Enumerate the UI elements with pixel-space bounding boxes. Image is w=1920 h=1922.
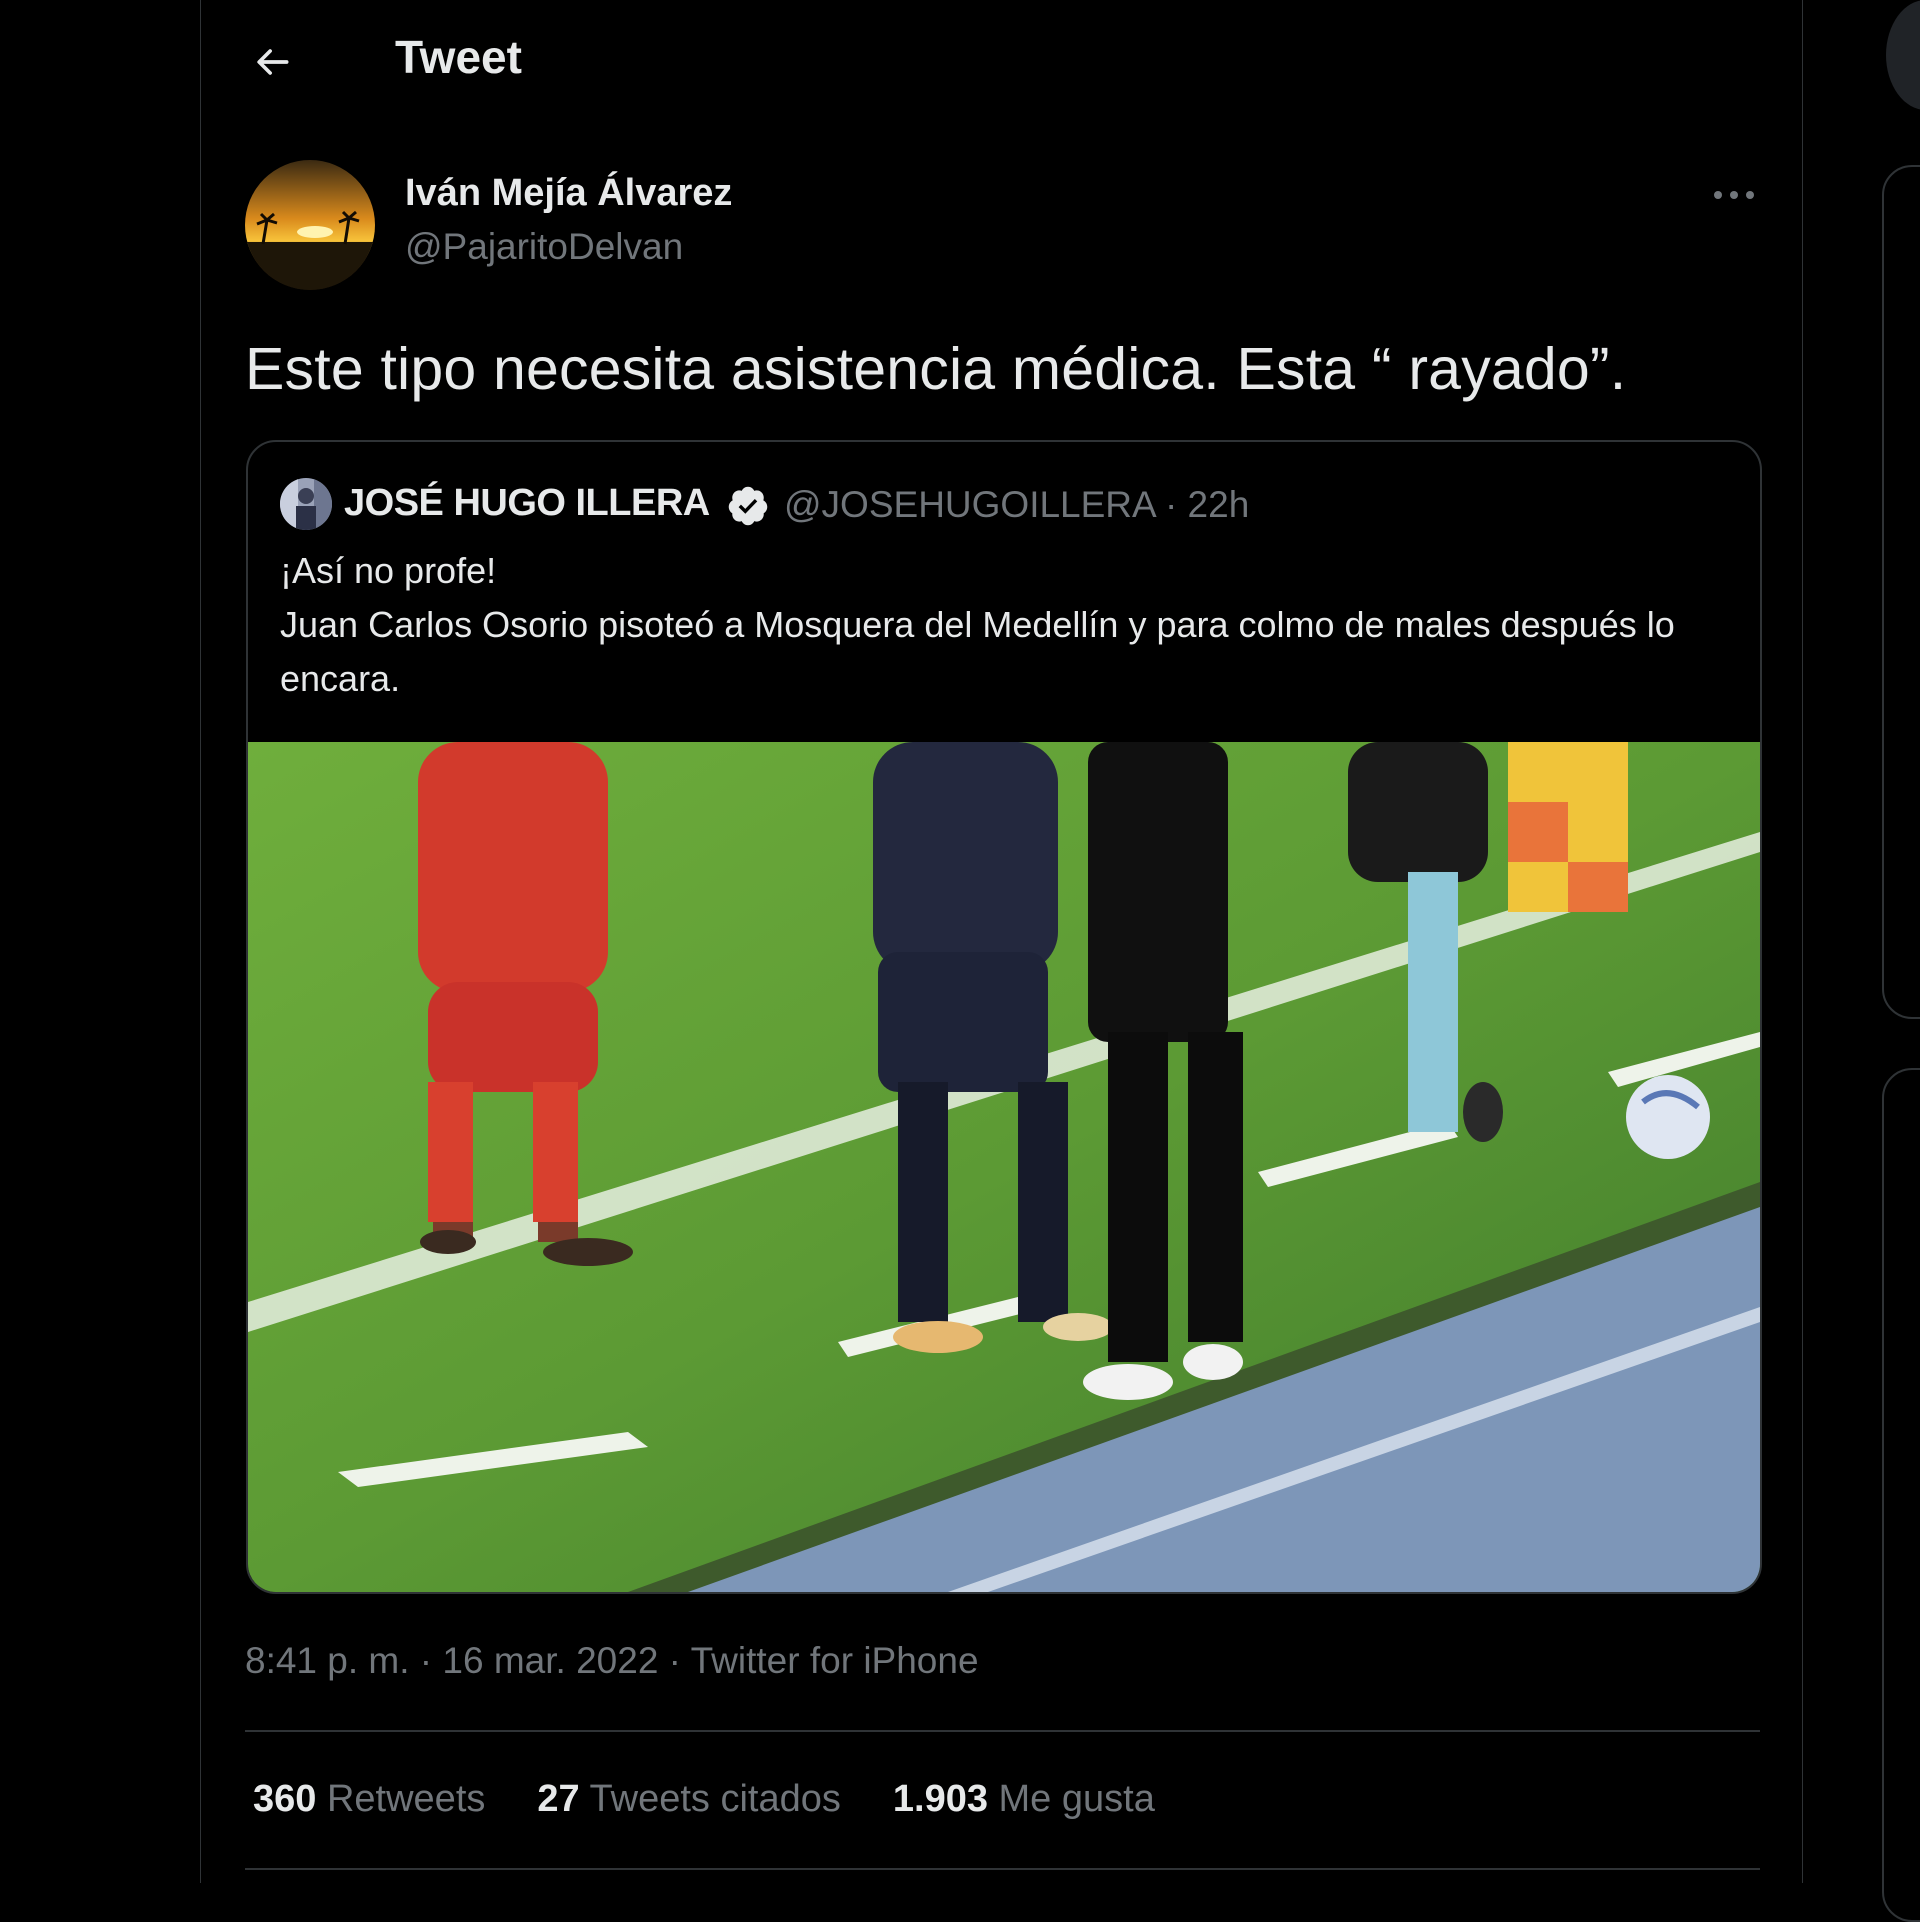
quoted-handle-time: @JOSEHUGOILLERA · 22h xyxy=(784,484,1250,525)
tweet-source[interactable]: Twitter for iPhone xyxy=(691,1640,979,1681)
more-horizontal-icon xyxy=(1714,191,1754,199)
author-handle[interactable]: @PajaritoDelvan xyxy=(405,226,683,268)
quoted-avatar[interactable] xyxy=(280,478,332,530)
quoted-tweet-text: ¡Así no profe! Juan Carlos Osorio pisote… xyxy=(280,550,1675,699)
meta-separator: · xyxy=(658,1640,691,1681)
divider xyxy=(245,1868,1760,1870)
divider xyxy=(245,1730,1760,1732)
sidebar-card-partial xyxy=(1882,165,1920,1019)
tweet-stats: 360 Retweets 27 Tweets citados 1.903 Me … xyxy=(253,1778,1155,1821)
stat-quote-tweets[interactable]: 27 Tweets citados xyxy=(537,1778,841,1821)
back-button[interactable] xyxy=(240,30,304,94)
tweet-timestamp[interactable]: 8:41 p. m. · 16 mar. 2022 xyxy=(245,1640,658,1681)
stat-label: Me gusta xyxy=(998,1778,1155,1820)
stat-likes[interactable]: 1.903 Me gusta xyxy=(893,1778,1155,1821)
author-name[interactable]: Iván Mejía Álvarez xyxy=(405,172,732,215)
tweet-meta: 8:41 p. m. · 16 mar. 2022 · Twitter for … xyxy=(245,1640,979,1682)
column-border-left xyxy=(200,0,201,1883)
verified-badge-icon xyxy=(726,484,770,528)
stat-label: Retweets xyxy=(326,1778,486,1820)
stat-count: 27 xyxy=(537,1778,580,1820)
more-button[interactable] xyxy=(1700,165,1768,225)
stat-count: 1.903 xyxy=(892,1778,988,1820)
page-title: Tweet xyxy=(395,31,522,83)
stat-retweets[interactable]: 360 Retweets xyxy=(253,1778,485,1821)
avatar[interactable] xyxy=(245,160,375,290)
stat-label: Tweets citados xyxy=(589,1778,841,1820)
sidebar-avatar-partial[interactable] xyxy=(1886,0,1920,110)
arrow-left-icon xyxy=(257,49,289,75)
tweet-text: Este tipo necesita asistencia médica. Es… xyxy=(245,336,1627,402)
stat-count: 360 xyxy=(253,1778,317,1820)
quoted-author-name[interactable]: JOSÉ HUGO ILLERA xyxy=(344,482,710,525)
quoted-video-thumbnail[interactable] xyxy=(248,742,1760,1592)
quoted-tweet-card[interactable]: JOSÉ HUGO ILLERA @JOSEHUGOILLERA · 22h ¡… xyxy=(246,440,1762,1594)
column-border-right xyxy=(1802,0,1803,1883)
sidebar-card-partial xyxy=(1882,1068,1920,1922)
